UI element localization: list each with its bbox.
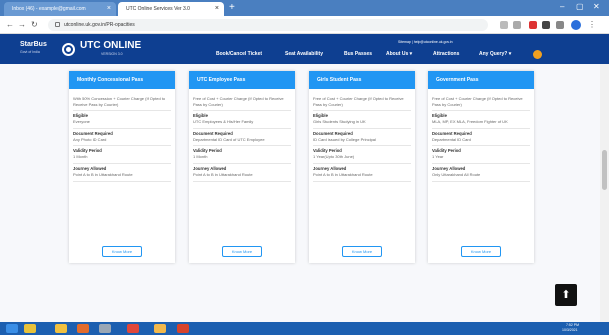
journey-value: Point A to B in Uttarakhand Route — [313, 171, 373, 177]
top-links[interactable]: Sitemap | help@utconline.uk.gov.in — [398, 40, 453, 45]
windows-taskbar — [0, 322, 609, 335]
start-button-icon[interactable] — [6, 324, 18, 333]
nav-about-us[interactable]: About Us ▾ — [386, 51, 412, 58]
extension-icon[interactable] — [500, 21, 508, 29]
folder-icon[interactable] — [154, 324, 166, 333]
close-window-icon[interactable]: ✕ — [593, 1, 600, 13]
extension-red-icon[interactable] — [529, 21, 537, 29]
app-icon[interactable] — [99, 324, 111, 333]
nav-bus-passes[interactable]: Bus Passes — [344, 51, 372, 58]
close-tab-icon[interactable]: × — [107, 2, 111, 16]
eligible-value: MLA, MP, EX MLA, Freedom Fighter of UK — [432, 119, 508, 125]
extension-dark-icon[interactable] — [542, 21, 550, 29]
eligible-value: Girls Students Studying in UK — [313, 119, 366, 125]
back-to-top-button[interactable]: ⬆ — [555, 284, 577, 306]
nav-book-cancel-ticket[interactable]: Book/Cancel Ticket — [216, 51, 262, 58]
ie-browser-icon[interactable] — [24, 324, 36, 333]
tab-label: Inbox (46) - example@gmail.com — [12, 6, 86, 12]
forward-arrow-icon[interactable]: → — [18, 19, 26, 31]
know-more-button[interactable]: Know More — [102, 246, 142, 257]
menu-kebab-icon[interactable]: ⋮ — [588, 19, 596, 31]
know-more-button[interactable]: Know More — [461, 246, 501, 257]
extensions-puzzle-icon[interactable] — [556, 21, 564, 29]
starbus-logo[interactable]: StarBus — [20, 41, 47, 49]
new-tab-icon[interactable]: + — [229, 2, 235, 14]
card-description: Free of Cost + Courier Charge (If Opted … — [313, 96, 404, 107]
app-red-icon[interactable] — [177, 324, 189, 333]
address-bar[interactable]: utconline.uk.gov.in/PR-opacities — [48, 19, 488, 31]
browser-tab-inbox[interactable]: Inbox (46) - example@gmail.com × — [4, 2, 116, 16]
journey-value: Point A to B in Uttarakhand Route — [73, 171, 133, 177]
media-player-icon[interactable] — [77, 324, 89, 333]
minimize-icon[interactable]: – — [560, 1, 564, 13]
validity-value: 1 Year — [432, 154, 444, 160]
card-title: Government Pass — [428, 71, 534, 89]
browser-tab-utc[interactable]: UTC Online Services Ver 3.0 × — [118, 2, 224, 16]
bookmark-star-icon[interactable] — [513, 21, 521, 29]
card-description: Free of Cost + Courier Charge (If Opted … — [193, 96, 284, 107]
scrollbar-thumb[interactable] — [602, 150, 607, 190]
document-value: ID Card issued by College Principal — [313, 136, 376, 142]
taskbar-date[interactable]: 10/3/2021 — [562, 328, 578, 333]
chrome-icon[interactable] — [127, 324, 139, 333]
eligible-value: Everyone — [73, 119, 90, 125]
utc-logo-icon[interactable] — [62, 43, 75, 56]
document-value: Departmental ID Card — [432, 136, 471, 142]
pass-card-girls-student: Girls Student Pass Free of Cost + Courie… — [309, 71, 415, 263]
pass-card-government: Government Pass Free of Cost + Courier C… — [428, 71, 534, 263]
journey-value: Point A to B in Uttarakhand Route — [193, 171, 253, 177]
user-avatar[interactable] — [533, 50, 542, 59]
nav-any-query[interactable]: Any Query? ▾ — [479, 51, 511, 58]
validity-value: 1 Year(Upto 30th June) — [313, 154, 355, 160]
card-description: Free of Cost + Courier Charge (If Opted … — [432, 96, 523, 107]
card-body: With 50% Concession + Courier Charge (If… — [73, 94, 171, 182]
card-title: Girls Student Pass — [309, 71, 415, 89]
site-version: VERSION 3.0 — [101, 52, 123, 56]
close-tab-icon[interactable]: × — [215, 2, 219, 16]
lock-icon — [55, 22, 60, 27]
eligible-value: UTC Employees & His/Her Family — [193, 119, 254, 125]
site-title[interactable]: UTC ONLINE — [80, 40, 141, 51]
file-explorer-icon[interactable] — [55, 324, 67, 333]
maximize-icon[interactable]: ▢ — [576, 1, 584, 13]
card-description: With 50% Concession + Courier Charge (If… — [73, 96, 166, 107]
profile-avatar-icon[interactable] — [571, 20, 581, 30]
card-title: Monthly Concessional Pass — [69, 71, 175, 89]
card-body: Free of Cost + Courier Charge (If Opted … — [193, 94, 291, 182]
document-value: Any Photo ID Card — [73, 136, 107, 142]
nav-seat-availability[interactable]: Seat Availability — [285, 51, 323, 58]
pass-card-utc-employee: UTC Employee Pass Free of Cost + Courier… — [189, 71, 295, 263]
nav-attractions[interactable]: Attractions — [433, 51, 459, 58]
document-value: Departmental ID Card of UTC Employee — [193, 136, 265, 142]
starbus-subtitle: Govt of India — [20, 50, 40, 54]
validity-value: 1 Month — [193, 154, 208, 160]
scrollbar-track[interactable] — [600, 64, 609, 322]
back-arrow-icon[interactable]: ← — [6, 19, 14, 31]
card-body: Free of Cost + Courier Charge (If Opted … — [432, 94, 530, 182]
card-title: UTC Employee Pass — [189, 71, 295, 89]
reload-icon[interactable]: ↻ — [31, 19, 38, 31]
card-body: Free of Cost + Courier Charge (If Opted … — [313, 94, 411, 182]
know-more-button[interactable]: Know More — [342, 246, 382, 257]
validity-value: 1 Month — [73, 154, 88, 160]
journey-value: Only Uttarakhand All Route — [432, 171, 481, 177]
know-more-button[interactable]: Know More — [222, 246, 262, 257]
tab-label: UTC Online Services Ver 3.0 — [126, 6, 190, 12]
pass-card-monthly-concessional: Monthly Concessional Pass With 50% Conce… — [69, 71, 175, 263]
